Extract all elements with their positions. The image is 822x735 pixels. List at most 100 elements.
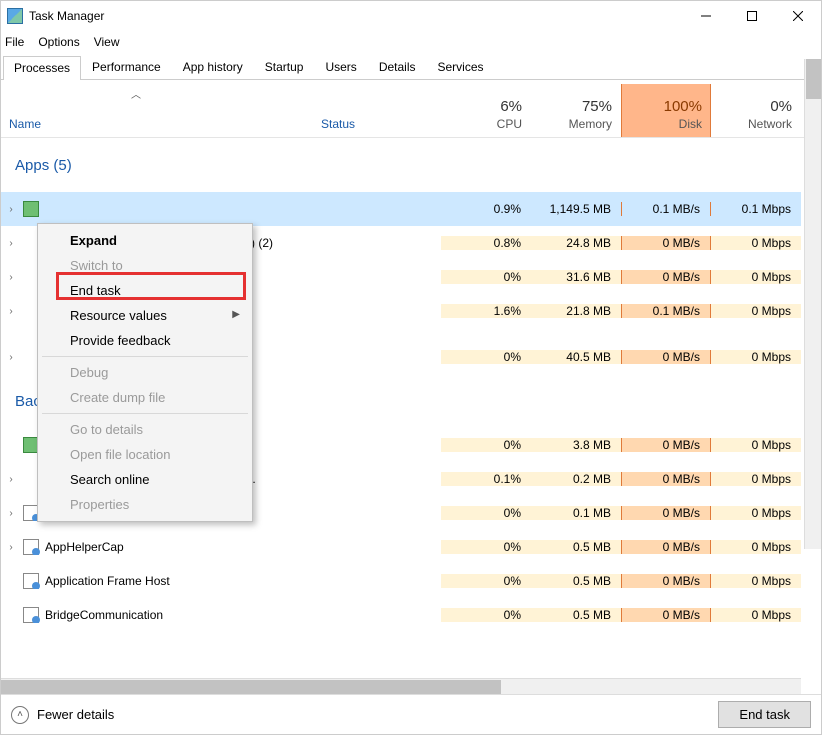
column-status[interactable]: Status <box>313 84 441 137</box>
cell-disk: 0 MB/s <box>621 350 711 364</box>
close-button[interactable] <box>775 1 821 31</box>
horizontal-scrollbar[interactable] <box>1 678 801 695</box>
cell-disk: 0 MB/s <box>621 608 711 622</box>
tab-processes[interactable]: Processes <box>3 56 81 80</box>
cell-cpu: 0% <box>441 270 531 284</box>
ctx-switch-to: Switch to <box>40 253 250 278</box>
ctx-end-task[interactable]: End task <box>40 278 250 303</box>
cell-network: 0 Mbps <box>711 574 801 588</box>
cell-network: 0 Mbps <box>711 350 801 364</box>
cell-disk: 0 MB/s <box>621 540 711 554</box>
column-usage: 100% <box>664 98 702 115</box>
cell-memory: 21.8 MB <box>531 304 621 318</box>
ctx-provide-feedback[interactable]: Provide feedback <box>40 328 250 353</box>
cell-disk: 0 MB/s <box>621 506 711 520</box>
tab-startup[interactable]: Startup <box>254 55 315 79</box>
minimize-button[interactable] <box>683 1 729 31</box>
scrollbar-thumb[interactable] <box>806 59 821 99</box>
cell-memory: 1,149.5 MB <box>531 202 621 216</box>
expand-chevron-icon[interactable]: › <box>5 508 17 519</box>
cell-cpu: 0% <box>441 438 531 452</box>
maximize-button[interactable] <box>729 1 775 31</box>
fewer-details-button[interactable]: ˄ Fewer details <box>11 706 114 724</box>
process-name: AppHelperCap <box>45 540 124 554</box>
ctx-properties: Properties <box>40 492 250 517</box>
column-disk[interactable]: 100% Disk <box>621 84 711 137</box>
process-row[interactable]: › 0.9% 1,149.5 MB 0.1 MB/s 0.1 Mbps <box>1 192 801 226</box>
cell-disk: 0 MB/s <box>621 438 711 452</box>
cell-memory: 0.5 MB <box>531 540 621 554</box>
titlebar: Task Manager <box>1 1 821 31</box>
ctx-item-label: Resource values <box>70 308 167 323</box>
menu-view[interactable]: View <box>94 35 120 49</box>
column-label: Disk <box>679 117 702 131</box>
column-label: Status <box>321 117 432 131</box>
cell-memory: 3.8 MB <box>531 438 621 452</box>
service-icon <box>23 573 39 589</box>
window-title: Task Manager <box>29 9 104 23</box>
column-label: Network <box>748 117 792 131</box>
column-name[interactable]: Name <box>1 84 313 137</box>
column-usage: 0% <box>770 98 792 115</box>
ctx-resource-values[interactable]: Resource values ▶ <box>40 303 250 328</box>
cell-disk: 0 MB/s <box>621 236 711 250</box>
expand-chevron-icon[interactable]: › <box>5 474 17 485</box>
tab-users[interactable]: Users <box>314 55 367 79</box>
cell-memory: 0.5 MB <box>531 608 621 622</box>
tab-app-history[interactable]: App history <box>172 55 254 79</box>
cell-memory: 31.6 MB <box>531 270 621 284</box>
cell-disk: 0 MB/s <box>621 472 711 486</box>
column-network[interactable]: 0% Network <box>711 84 801 137</box>
group-title: Bac <box>5 393 41 410</box>
process-name: Application Frame Host <box>45 574 170 588</box>
menu-options[interactable]: Options <box>38 35 79 49</box>
service-icon <box>23 539 39 555</box>
cell-cpu: 0.8% <box>441 236 531 250</box>
ctx-expand[interactable]: Expand <box>40 228 250 253</box>
cell-network: 0 Mbps <box>711 472 801 486</box>
scrollbar-thumb[interactable] <box>1 680 501 695</box>
cell-network: 0.1 Mbps <box>711 202 801 216</box>
group-spacer <box>1 180 801 192</box>
ctx-go-to-details: Go to details <box>40 417 250 442</box>
submenu-chevron-icon: ▶ <box>232 309 240 320</box>
column-usage: 75% <box>582 98 612 115</box>
expand-chevron-icon[interactable]: › <box>5 238 17 249</box>
cell-disk: 0.1 MB/s <box>621 202 711 216</box>
cell-network: 0 Mbps <box>711 270 801 284</box>
ctx-open-file-location: Open file location <box>40 442 250 467</box>
column-cpu[interactable]: 6% CPU <box>441 84 531 137</box>
vertical-scrollbar[interactable] <box>804 59 821 549</box>
tab-services[interactable]: Services <box>427 55 495 79</box>
group-apps[interactable]: Apps (5) <box>1 150 801 180</box>
tab-details[interactable]: Details <box>368 55 427 79</box>
cell-disk: 0.1 MB/s <box>621 304 711 318</box>
tab-performance[interactable]: Performance <box>81 55 172 79</box>
group-title: Apps (5) <box>5 157 72 174</box>
process-row[interactable]: › Application Frame Host 0% 0.5 MB 0 MB/… <box>1 564 801 598</box>
cell-disk: 0 MB/s <box>621 270 711 284</box>
sort-indicator-icon: ︿ <box>131 86 141 101</box>
tab-strip: Processes Performance App history Startu… <box>1 55 821 80</box>
process-name: ) (2) <box>251 236 273 250</box>
ctx-search-online[interactable]: Search online <box>40 467 250 492</box>
menu-bar: File Options View <box>1 31 821 53</box>
end-task-button[interactable]: End task <box>718 701 811 728</box>
menu-file[interactable]: File <box>5 35 24 49</box>
column-label: Memory <box>569 117 612 131</box>
process-row[interactable]: › BridgeCommunication 0% 0.5 MB 0 MB/s 0… <box>1 598 801 628</box>
cell-network: 0 Mbps <box>711 540 801 554</box>
cell-memory: 24.8 MB <box>531 236 621 250</box>
chevron-up-icon: ˄ <box>11 706 29 724</box>
process-name: BridgeCommunication <box>45 608 163 622</box>
column-label: CPU <box>497 117 522 131</box>
cell-network: 0 Mbps <box>711 506 801 520</box>
process-row[interactable]: › AppHelperCap 0% 0.5 MB 0 MB/s 0 Mbps <box>1 530 801 564</box>
ctx-create-dump: Create dump file <box>40 385 250 410</box>
group-spacer <box>1 138 801 150</box>
column-memory[interactable]: 75% Memory <box>531 84 621 137</box>
footer: ˄ Fewer details End task <box>1 694 821 734</box>
expand-chevron-icon[interactable]: › <box>5 204 17 215</box>
expand-chevron-icon[interactable]: › <box>5 542 17 553</box>
cell-memory: 0.1 MB <box>531 506 621 520</box>
